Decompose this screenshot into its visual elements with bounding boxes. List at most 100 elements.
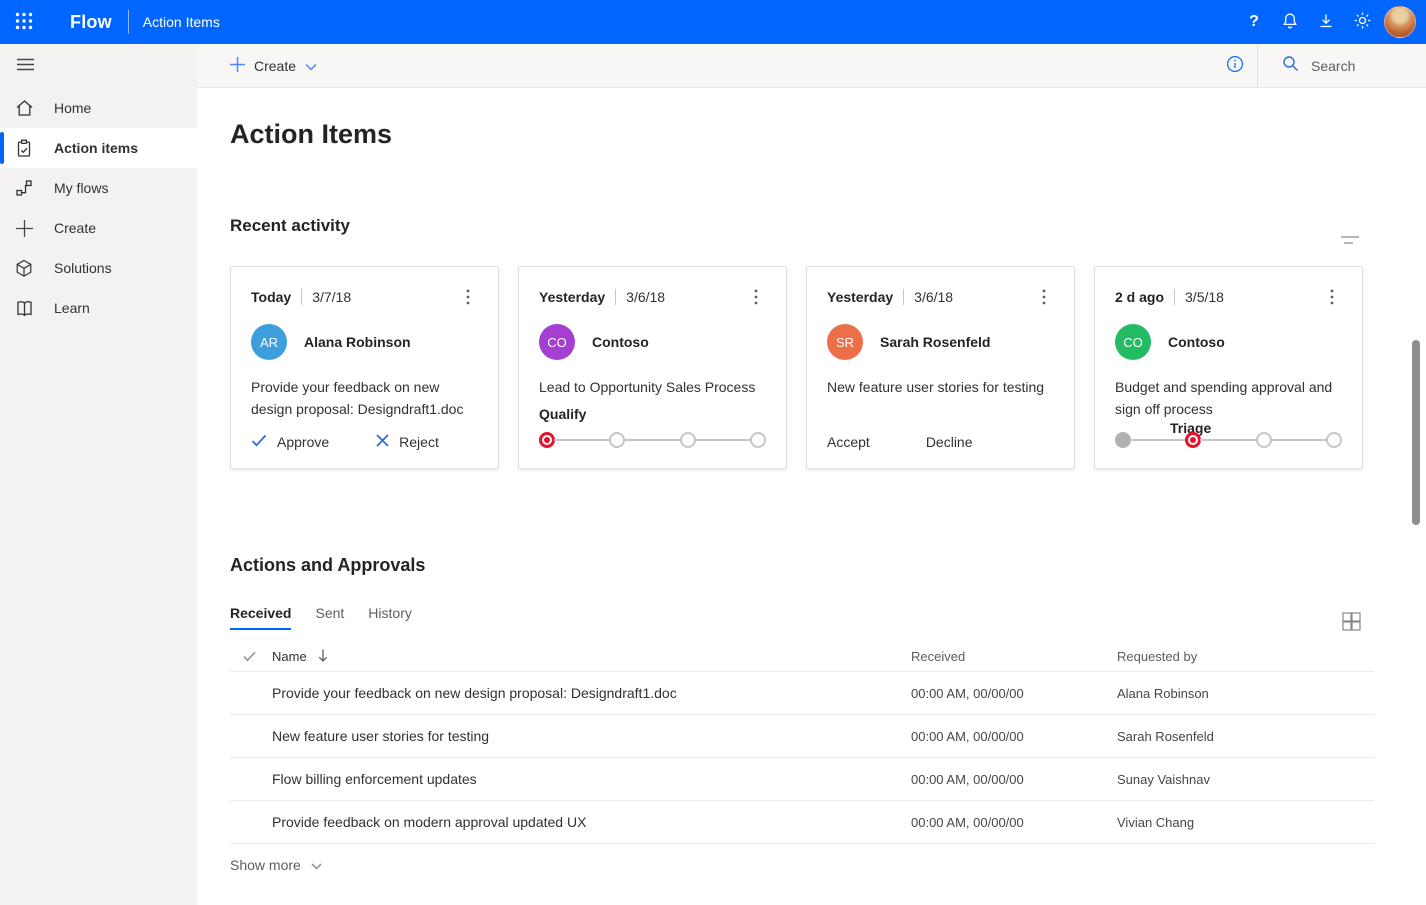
search-input[interactable] — [1311, 58, 1411, 74]
card-more-button[interactable] — [746, 287, 766, 307]
app-launcher-button[interactable] — [0, 0, 48, 44]
table-row[interactable]: Provide your feedback on new design prop… — [230, 672, 1374, 715]
topbar-actions: ? — [1236, 0, 1426, 44]
card-sort-icon[interactable] — [1338, 230, 1362, 250]
tracker-connector — [1271, 439, 1327, 441]
create-button[interactable]: Create — [230, 57, 317, 75]
card-when: Yesterday — [827, 289, 893, 305]
settings-button[interactable] — [1344, 0, 1380, 44]
stage-tracker[interactable]: Triage — [1115, 420, 1342, 450]
notifications-button[interactable] — [1272, 0, 1308, 44]
approvals-heading: Actions and Approvals — [230, 555, 1426, 576]
row-name: New feature user stories for testing — [272, 728, 911, 744]
cube-icon — [14, 258, 34, 278]
activity-card: 2 d ago 3/5/18 CO Contoso Budget and spe… — [1094, 266, 1363, 469]
command-bar: Create — [197, 44, 1426, 88]
top-app-bar: Flow Action Items ? — [0, 0, 1426, 44]
check-icon — [251, 434, 267, 450]
sidebar-item-learn[interactable]: Learn — [0, 288, 197, 328]
tracker-active-dot — [544, 437, 550, 443]
sidebar-item-label: Solutions — [54, 260, 112, 276]
show-more-button[interactable]: Show more — [230, 857, 322, 873]
card-more-button[interactable] — [1322, 287, 1342, 307]
tab-history[interactable]: History — [368, 605, 412, 630]
avatar: CO — [539, 324, 575, 360]
divider — [301, 289, 302, 305]
tracker-stop-active[interactable] — [1185, 432, 1201, 448]
row-requested-by: Sarah Rosenfeld — [1117, 729, 1374, 744]
select-all-button[interactable] — [243, 651, 256, 662]
info-button[interactable] — [1213, 44, 1257, 88]
tracker-stop-todo[interactable] — [609, 432, 625, 448]
tab-received[interactable]: Received — [230, 605, 291, 630]
tracker-connector — [554, 439, 610, 441]
activity-card: Today 3/7/18 AR Alana Robinson Provide y… — [230, 266, 499, 469]
card-text: Lead to Opportunity Sales Process — [539, 376, 766, 398]
search-box[interactable] — [1258, 44, 1426, 88]
persona: CO Contoso — [1115, 324, 1342, 360]
tracker-stop-todo[interactable] — [680, 432, 696, 448]
flow-steps-icon — [14, 178, 34, 198]
sidebar-item-action-items[interactable]: Action items — [0, 128, 197, 168]
tracker-active-dot — [1190, 437, 1196, 443]
avatar: AR — [251, 324, 287, 360]
sidebar-item-label: My flows — [54, 180, 108, 196]
persona-name: Contoso — [1168, 334, 1225, 350]
sidebar-item-create[interactable]: Create — [0, 208, 197, 248]
breadcrumb-divider — [128, 10, 129, 34]
chevron-down-icon — [305, 58, 317, 74]
hamburger-icon — [17, 58, 34, 74]
tracker-connector — [624, 439, 680, 441]
recent-activity-cards: Today 3/7/18 AR Alana Robinson Provide y… — [230, 266, 1426, 469]
table-row[interactable]: New feature user stories for testing 00:… — [230, 715, 1374, 758]
persona: AR Alana Robinson — [251, 324, 478, 360]
column-header-name: Name — [272, 649, 307, 664]
activity-card: Yesterday 3/6/18 CO Contoso Lead to Oppo… — [518, 266, 787, 469]
card-more-button[interactable] — [1034, 287, 1054, 307]
tracker-stop-todo[interactable] — [750, 432, 766, 448]
grid-view-button[interactable] — [1339, 609, 1363, 633]
help-button[interactable]: ? — [1236, 0, 1272, 44]
row-received: 00:00 AM, 00/00/00 — [911, 729, 1117, 744]
sidebar-item-label: Create — [54, 220, 96, 236]
card-when: 2 d ago — [1115, 289, 1164, 305]
sidebar-item-home[interactable]: Home — [0, 88, 197, 128]
table-row[interactable]: Provide feedback on modern approval upda… — [230, 801, 1374, 844]
app-name: Flow — [70, 12, 112, 33]
approve-button[interactable]: Approve — [251, 434, 329, 450]
avatar: SR — [827, 324, 863, 360]
tracker-connector — [1200, 439, 1256, 441]
tracker-stop-todo[interactable] — [1326, 432, 1342, 448]
row-requested-by: Alana Robinson — [1117, 686, 1374, 701]
sort-by-name-button[interactable]: Name — [272, 649, 328, 665]
row-received: 00:00 AM, 00/00/00 — [911, 686, 1117, 701]
scrollbar-thumb[interactable] — [1412, 340, 1420, 525]
row-received: 00:00 AM, 00/00/00 — [911, 772, 1117, 787]
row-name: Flow billing enforcement updates — [272, 771, 911, 787]
divider — [615, 289, 616, 305]
card-date: 3/6/18 — [914, 289, 953, 305]
table-row[interactable]: Flow billing enforcement updates 00:00 A… — [230, 758, 1374, 801]
accept-button[interactable]: Accept — [827, 434, 870, 450]
decline-button[interactable]: Decline — [926, 434, 973, 450]
tab-sent[interactable]: Sent — [315, 605, 344, 630]
stage-tracker[interactable]: Qualify — [539, 406, 766, 450]
tracker-stop-active[interactable] — [539, 432, 555, 448]
download-button[interactable] — [1308, 0, 1344, 44]
decline-label: Decline — [926, 434, 973, 450]
card-more-button[interactable] — [458, 287, 478, 307]
sidebar-item-my-flows[interactable]: My flows — [0, 168, 197, 208]
persona-name: Alana Robinson — [304, 334, 411, 350]
reject-button[interactable]: Reject — [376, 434, 439, 450]
row-received: 00:00 AM, 00/00/00 — [911, 815, 1117, 830]
tracker-stop-todo[interactable] — [1256, 432, 1272, 448]
sidebar-item-label: Home — [54, 100, 91, 116]
account-avatar-button[interactable] — [1380, 6, 1426, 38]
sidebar-toggle-button[interactable] — [13, 54, 37, 78]
clipboard-check-icon — [14, 138, 34, 158]
card-date: 3/6/18 — [626, 289, 665, 305]
tracker-stop-done[interactable] — [1115, 432, 1131, 448]
user-avatar — [1384, 6, 1416, 38]
sidebar-item-solutions[interactable]: Solutions — [0, 248, 197, 288]
card-when: Today — [251, 289, 291, 305]
